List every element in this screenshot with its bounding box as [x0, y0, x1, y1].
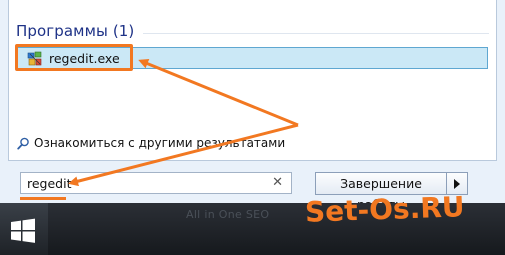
result-item-label: regedit.exe — [49, 51, 120, 66]
annotation-underline — [20, 197, 66, 200]
see-more-label: Ознакомиться с другими результатами — [34, 136, 286, 150]
start-menu-panel: Программы (1) regedit.exe Ознакомиться с… — [0, 0, 505, 212]
registry-editor-icon — [27, 51, 42, 66]
clear-search-icon[interactable]: ✕ — [272, 175, 283, 190]
search-input-value: regedit — [27, 176, 72, 191]
watermark-text-right: Set-Os.RU — [304, 190, 466, 229]
watermark-text-left: All in One SEO — [186, 208, 270, 221]
result-item-regedit[interactable]: regedit.exe — [17, 47, 488, 69]
results-group-header: Программы (1) — [16, 22, 135, 40]
start-button[interactable] — [0, 203, 48, 255]
magnifier-icon — [17, 137, 29, 150]
windows-logo-icon — [11, 218, 35, 243]
results-divider — [143, 33, 489, 34]
chevron-right-icon — [454, 179, 460, 189]
search-input[interactable]: regedit ✕ — [20, 172, 292, 194]
